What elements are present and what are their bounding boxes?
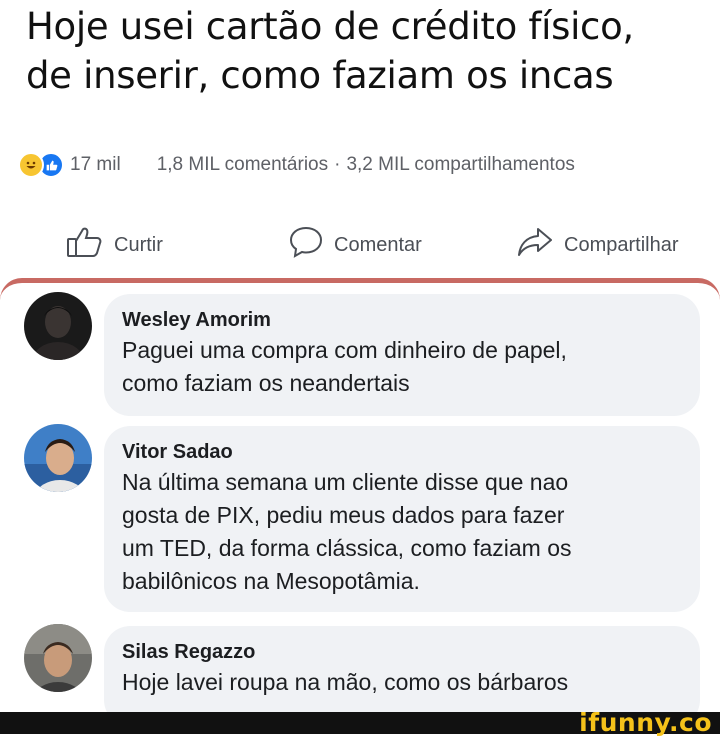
comment-author[interactable]: Silas Regazzo xyxy=(122,638,682,666)
comment-text-line: um TED, da forma clássica, como faziam o… xyxy=(122,535,572,561)
share-label: Compartilhar xyxy=(564,233,679,256)
comment-text-line: Na última semana um cliente disse que na… xyxy=(122,469,569,495)
comment-label: Comentar xyxy=(334,233,422,256)
comment-bubble: Wesley Amorim Paguei uma compra com dinh… xyxy=(104,294,700,416)
comment-author[interactable]: Wesley Amorim xyxy=(122,306,682,334)
post-actions: Curtir Comentar Compartilhar xyxy=(0,222,720,268)
haha-icon xyxy=(18,152,44,178)
comment-text-line: como faziam os neandertais xyxy=(122,370,410,396)
thumbs-up-icon xyxy=(66,225,114,265)
comment-text-line: Paguei uma compra com dinheiro de papel, xyxy=(122,337,567,363)
avatar[interactable] xyxy=(24,424,92,492)
comment-bubble: Vitor Sadao Na última semana um cliente … xyxy=(104,426,700,612)
avatar[interactable] xyxy=(24,624,92,692)
avatar[interactable] xyxy=(24,292,92,360)
like-button[interactable]: Curtir xyxy=(66,222,163,268)
comment-text-line: Hoje lavei roupa na mão, como os bárbaro… xyxy=(122,669,569,695)
comment-text-line: gosta de PIX, pediu meus dados para faze… xyxy=(122,502,565,528)
comments-count[interactable]: 1,8 MIL comentários xyxy=(157,154,328,176)
comment-text-line: babilônicos na Mesopotâmia. xyxy=(122,568,420,594)
shares-count[interactable]: 3,2 MIL compartilhamentos xyxy=(346,154,574,176)
comment-author[interactable]: Vitor Sadao xyxy=(122,438,682,466)
comment-button[interactable]: Comentar xyxy=(288,222,422,268)
post-text-line: Hoje usei cartão de crédito físico, xyxy=(26,5,634,48)
ifunny-watermark: ifunny.co xyxy=(579,708,712,737)
like-label: Curtir xyxy=(114,233,163,256)
post-stats: 17 mil 1,8 MIL comentários · 3,2 MIL com… xyxy=(18,150,708,180)
post-text: Hoje usei cartão de crédito físico, de i… xyxy=(26,2,706,100)
reactions-summary[interactable] xyxy=(18,152,64,178)
post-text-line: de inserir, como faziam os incas xyxy=(26,54,614,97)
speech-bubble-icon xyxy=(288,225,334,265)
stats-separator: · xyxy=(334,154,341,175)
share-arrow-icon xyxy=(516,225,564,265)
reactions-count[interactable]: 17 mil xyxy=(70,154,121,176)
share-button[interactable]: Compartilhar xyxy=(516,222,678,268)
